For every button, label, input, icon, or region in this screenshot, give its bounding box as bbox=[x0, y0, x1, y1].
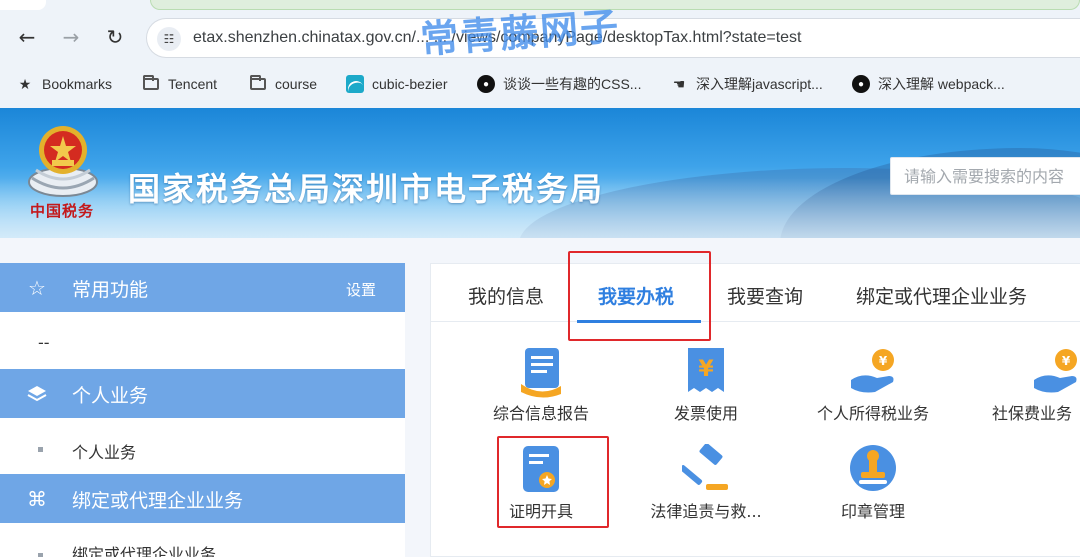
browser-tab-group[interactable] bbox=[150, 0, 1080, 10]
sidebar-item-enterprise[interactable]: 绑定或代理企业业务 bbox=[0, 541, 405, 557]
service-invoice[interactable]: ¥ 发票使用 bbox=[636, 346, 776, 426]
folder-icon bbox=[249, 75, 267, 93]
report-icon bbox=[521, 348, 561, 398]
browser-chrome: ← → ↻ ☷ etax.shenzhen.chinatax.gov.cn/..… bbox=[0, 0, 1080, 108]
site-search[interactable] bbox=[890, 157, 1080, 195]
sidebar-section-enterprise[interactable]: ⌘ 绑定或代理企业业务 bbox=[0, 474, 405, 523]
folder-icon bbox=[142, 75, 160, 93]
emblem-text: 中国税务 bbox=[30, 202, 95, 220]
bookmark-javascript[interactable]: ☚ 深入理解javascript... bbox=[670, 72, 823, 96]
reload-button[interactable]: ↻ bbox=[100, 22, 130, 52]
bookmark-bookmarks[interactable]: ★ Bookmarks bbox=[16, 72, 112, 96]
tab-query[interactable]: 我要查询 bbox=[727, 282, 803, 309]
hand-coin-icon: ¥ bbox=[851, 349, 894, 393]
github-icon: ● bbox=[477, 75, 495, 93]
bookmark-webpack[interactable]: ● 深入理解 webpack... bbox=[852, 72, 1005, 96]
main-panel: 我的信息 我要办税 我要查询 绑定或代理企业业务 综合信息报告 ¥ 发票使用 ¥… bbox=[430, 251, 1080, 557]
sidebar: ☆ 常用功能 设置 -- 个人业务 个人业务 ⌘ 绑定或代理企业业务 绑定或代理… bbox=[0, 263, 405, 557]
url-text[interactable]: etax.shenzhen.chinatax.gov.cn/... ... /v… bbox=[193, 29, 801, 47]
service-social-security[interactable]: ¥ 社保费业务 bbox=[986, 346, 1080, 426]
forward-button[interactable]: → bbox=[56, 22, 86, 52]
hand-coin-icon: ¥ bbox=[1034, 349, 1077, 393]
invoice-icon: ¥ bbox=[688, 348, 724, 392]
sidebar-section-personal[interactable]: 个人业务 bbox=[0, 369, 405, 418]
command-icon: ⌘ bbox=[27, 487, 47, 511]
arrow-left-icon: ← bbox=[18, 25, 36, 49]
bookmarks-bar: ★ Bookmarks Tencent course cubic-bezier … bbox=[0, 68, 1080, 100]
layers-icon bbox=[27, 386, 47, 402]
bookmark-css-article[interactable]: ● 谈谈一些有趣的CSS... bbox=[477, 72, 641, 96]
bookmark-tencent[interactable]: Tencent bbox=[142, 72, 217, 96]
settings-link[interactable]: 设置 bbox=[346, 279, 376, 300]
svg-text:¥: ¥ bbox=[698, 357, 714, 382]
tab-my-info[interactable]: 我的信息 bbox=[468, 282, 544, 309]
browser-tab[interactable] bbox=[0, 0, 46, 10]
cubic-bezier-icon bbox=[346, 75, 364, 93]
site-title: 国家税务总局深圳市电子税务局 bbox=[128, 170, 605, 208]
service-seal[interactable]: 印章管理 bbox=[803, 444, 943, 524]
service-info-report[interactable]: 综合信息报告 bbox=[471, 346, 611, 426]
arrow-right-icon: → bbox=[62, 25, 80, 49]
site-banner: 中国税务 国家税务总局深圳市电子税务局 bbox=[0, 108, 1080, 238]
highlight-box-certificate bbox=[497, 436, 609, 528]
bookmark-site-icon: ☚ bbox=[672, 75, 686, 92]
highlight-box-tab bbox=[568, 251, 711, 341]
service-legal[interactable]: 法律追责与救... bbox=[636, 444, 776, 524]
reload-icon: ↻ bbox=[106, 25, 124, 49]
tab-enterprise[interactable]: 绑定或代理企业业务 bbox=[856, 282, 1027, 309]
svg-text:¥: ¥ bbox=[1062, 354, 1071, 368]
back-button[interactable]: ← bbox=[12, 22, 42, 52]
tab-strip bbox=[0, 0, 1080, 10]
sidebar-item-personal[interactable]: 个人业务 bbox=[0, 435, 405, 465]
search-input[interactable] bbox=[891, 158, 1080, 194]
bullet bbox=[38, 447, 43, 452]
star-outline-icon: ☆ bbox=[28, 276, 46, 300]
site-info-icon[interactable]: ☷ bbox=[157, 27, 181, 51]
gavel-icon bbox=[682, 444, 728, 490]
svg-text:¥: ¥ bbox=[879, 354, 888, 368]
tax-emblem-icon bbox=[28, 126, 98, 197]
star-icon: ★ bbox=[18, 75, 32, 92]
address-bar[interactable]: ☷ etax.shenzhen.chinatax.gov.cn/... ... … bbox=[146, 18, 1080, 58]
bullet bbox=[38, 553, 43, 557]
sidebar-item-common-empty: -- bbox=[38, 333, 50, 352]
service-personal-income-tax[interactable]: ¥ 个人所得税业务 bbox=[803, 346, 943, 426]
github-icon: ● bbox=[852, 75, 870, 93]
seal-icon bbox=[850, 445, 896, 491]
sidebar-section-common[interactable]: ☆ 常用功能 设置 bbox=[0, 263, 405, 312]
bookmark-course[interactable]: course bbox=[249, 72, 317, 96]
bookmark-cubic-bezier[interactable]: cubic-bezier bbox=[346, 72, 447, 96]
main-tabs: 我的信息 我要办税 我要查询 绑定或代理企业业务 bbox=[431, 264, 1080, 323]
